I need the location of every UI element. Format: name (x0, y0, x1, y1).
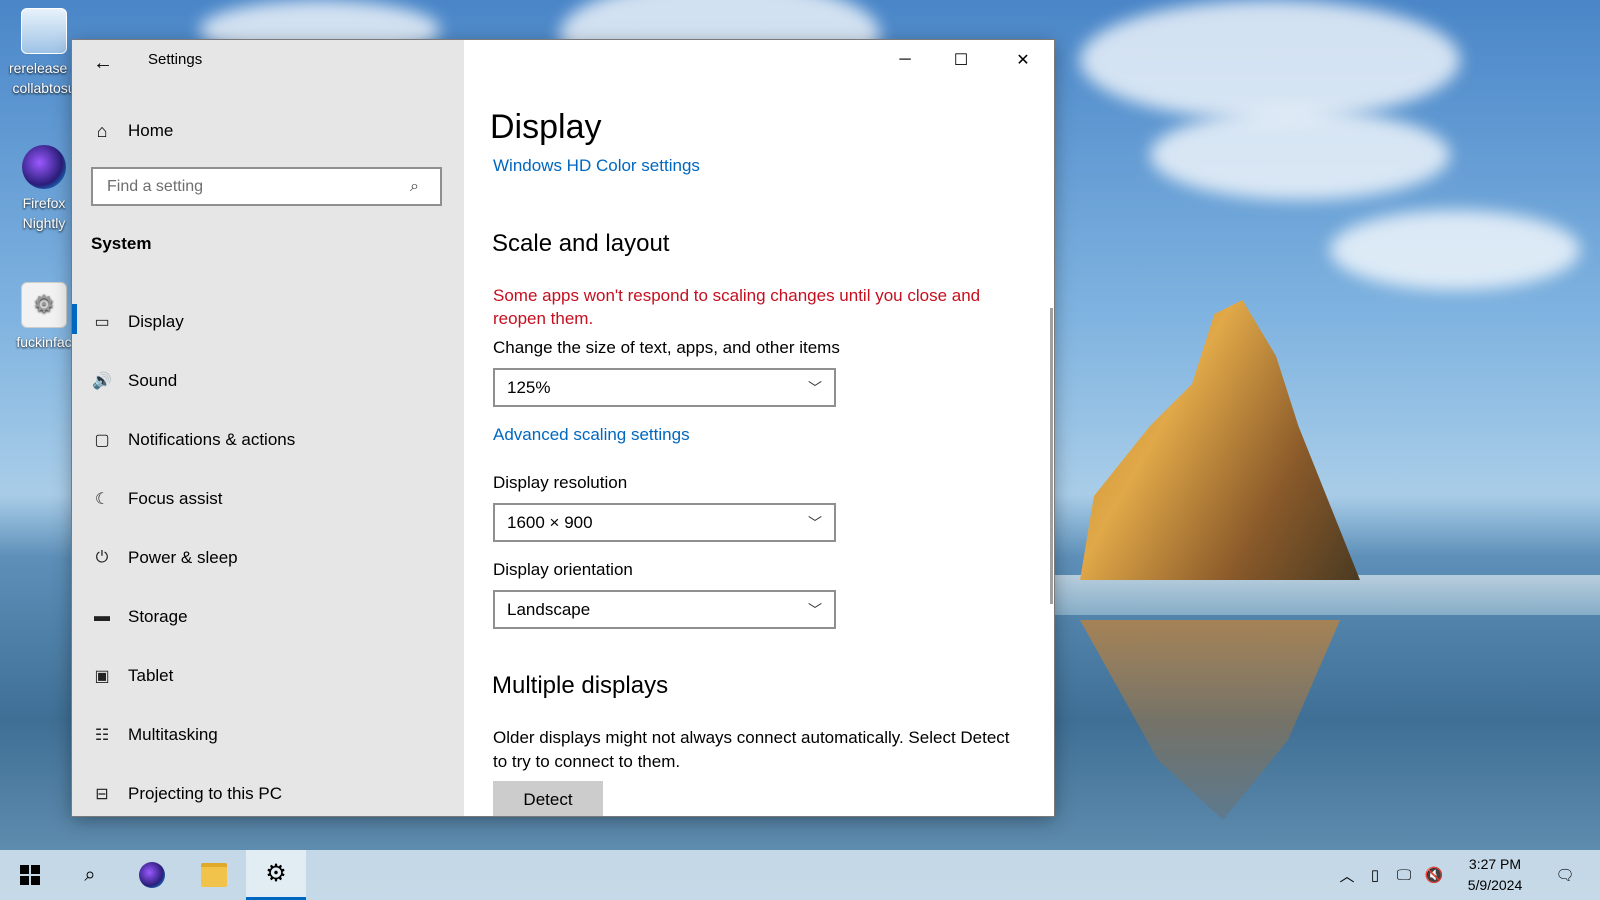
scale-layout-heading: Scale and layout (492, 230, 670, 257)
clock-date: 5/9/2024 (1467, 877, 1523, 893)
home-icon: ⌂ (96, 120, 108, 141)
multiple-displays-heading: Multiple displays (492, 672, 669, 699)
orientation-label: Display orientation (493, 560, 633, 579)
sidebar-item-label: Sound (128, 370, 178, 390)
home-label: Home (128, 121, 174, 140)
minimize-icon: ─ (899, 51, 911, 68)
network-icon: 🖵 (1396, 866, 1412, 884)
tablet-icon: ▣ (94, 667, 110, 685)
volume-muted-icon: 🔇 (1424, 867, 1444, 884)
close-icon: ✕ (1016, 52, 1030, 69)
window-title: Settings (148, 51, 203, 68)
orientation-dropdown[interactable]: Landscape ﹀ (493, 590, 836, 629)
settings-window: ← Settings ⌂ Home ⌕ System ▭ Display 🔊 S… (72, 40, 1054, 816)
minimize-button[interactable]: ─ (876, 40, 934, 80)
resolution-label: Display resolution (493, 473, 628, 492)
windows-logo-icon (20, 865, 40, 885)
sidebar-item-focus-assist[interactable]: ☾ Focus assist (72, 469, 464, 528)
search-box[interactable]: ⌕ (91, 167, 442, 206)
sidebar-item-label: Display (128, 311, 184, 331)
main-content: ─ ☐ ✕ Display Windows HD Color settings … (464, 40, 1054, 816)
taskbar-firefox-button[interactable] (122, 850, 182, 900)
back-arrow-icon: ← (93, 51, 113, 74)
search-input[interactable] (105, 176, 410, 197)
multitasking-icon: ☷ (94, 726, 110, 744)
chevron-down-icon: ﹀ (808, 601, 822, 618)
close-button[interactable]: ✕ (994, 40, 1052, 80)
folder-icon (201, 863, 227, 887)
sidebar-item-label: Storage (128, 606, 188, 626)
content-scrollbar[interactable] (1050, 308, 1053, 604)
home-link[interactable]: ⌂ Home (90, 118, 174, 144)
sidebar-item-display[interactable]: ▭ Display (72, 292, 464, 351)
notification-icon: 🗨 (1555, 867, 1575, 884)
maximize-button[interactable]: ☐ (932, 40, 990, 80)
page-title: Display (490, 108, 602, 146)
gears-file-icon: ⚙ (21, 282, 67, 328)
sidebar-item-tablet[interactable]: ▣ Tablet (72, 646, 464, 705)
maximize-icon: ☐ (953, 52, 969, 69)
resolution-value: 1600 × 900 (507, 512, 593, 532)
advanced-scaling-link[interactable]: Advanced scaling settings (493, 425, 690, 445)
network-button[interactable]: 🖵 (1390, 850, 1418, 900)
back-button[interactable]: ← (88, 48, 118, 78)
scale-dropdown[interactable]: 125% ﹀ (493, 368, 836, 407)
sidebar-item-sound[interactable]: 🔊 Sound (72, 351, 464, 410)
section-label: System (91, 234, 152, 253)
scale-value: 125% (507, 377, 551, 397)
clock-time: 3:27 PM (1468, 856, 1522, 872)
tray-device-button[interactable]: ▯ (1362, 850, 1388, 900)
sidebar-item-label: Multitasking (128, 724, 218, 744)
sidebar-item-storage[interactable]: ▬ Storage (72, 587, 464, 646)
action-center-button[interactable]: 🗨 (1545, 850, 1585, 900)
sidebar-item-notifications[interactable]: ▢ Notifications & actions (72, 410, 464, 469)
speaker-icon: 🔊 (92, 372, 112, 390)
device-icon: ▯ (1370, 867, 1380, 884)
notification-icon: ▢ (94, 431, 110, 449)
taskbar: ⌕ ⚙ ︿ ▯ 🖵 🔇 3:27 PM 5/9/2024 🗨 (0, 850, 1600, 900)
chevron-down-icon: ﹀ (808, 514, 822, 531)
orientation-value: Landscape (507, 599, 591, 619)
detect-button[interactable]: Detect (493, 781, 603, 816)
volume-button[interactable]: 🔇 (1420, 850, 1448, 900)
recycle-bin-icon (21, 8, 67, 54)
start-button[interactable] (0, 850, 60, 900)
sidebar-item-power-sleep[interactable]: ⏻ Power & sleep (72, 528, 464, 587)
multiple-displays-text: Older displays might not always connect … (493, 728, 1010, 771)
taskbar-settings-button[interactable]: ⚙ (246, 850, 306, 900)
taskbar-file-explorer-button[interactable] (184, 850, 244, 900)
sidebar: ← Settings ⌂ Home ⌕ System ▭ Display 🔊 S… (72, 40, 464, 816)
firefox-nightly-icon (139, 862, 165, 888)
power-icon: ⏻ (95, 548, 109, 566)
sidebar-item-label: Notifications & actions (128, 429, 296, 449)
chevron-up-icon: ︿ (1339, 867, 1355, 885)
storage-icon: ▬ (94, 607, 110, 625)
sidebar-item-multitasking[interactable]: ☷ Multitasking (72, 705, 464, 764)
sidebar-item-projecting[interactable]: ⊟ Projecting to this PC (72, 764, 464, 816)
chevron-down-icon: ﹀ (808, 379, 822, 396)
nav-list: ▭ Display 🔊 Sound ▢ Notifications & acti… (72, 292, 464, 816)
firefox-nightly-icon (22, 145, 66, 189)
sidebar-item-label: Tablet (128, 665, 174, 685)
resolution-dropdown[interactable]: 1600 × 900 ﹀ (493, 503, 836, 542)
taskbar-search-button[interactable]: ⌕ (60, 850, 120, 900)
scaling-warning: Some apps won't respond to scaling chang… (493, 286, 981, 328)
moon-icon: ☾ (94, 490, 110, 508)
scale-label: Change the size of text, apps, and other… (493, 338, 840, 357)
projecting-icon: ⊟ (95, 785, 109, 803)
sidebar-item-label: Focus assist (128, 488, 223, 508)
search-icon: ⌕ (84, 863, 96, 886)
show-hidden-icons-button[interactable]: ︿ (1334, 850, 1360, 900)
monitor-icon: ▭ (94, 313, 110, 331)
sidebar-item-label: Power & sleep (128, 547, 238, 567)
sidebar-item-label: Projecting to this PC (128, 783, 283, 803)
clock[interactable]: 3:27 PM 5/9/2024 (1450, 854, 1540, 896)
hd-color-settings-link[interactable]: Windows HD Color settings (493, 156, 700, 176)
gear-icon: ⚙ (265, 860, 287, 887)
search-icon[interactable]: ⌕ (410, 178, 428, 196)
